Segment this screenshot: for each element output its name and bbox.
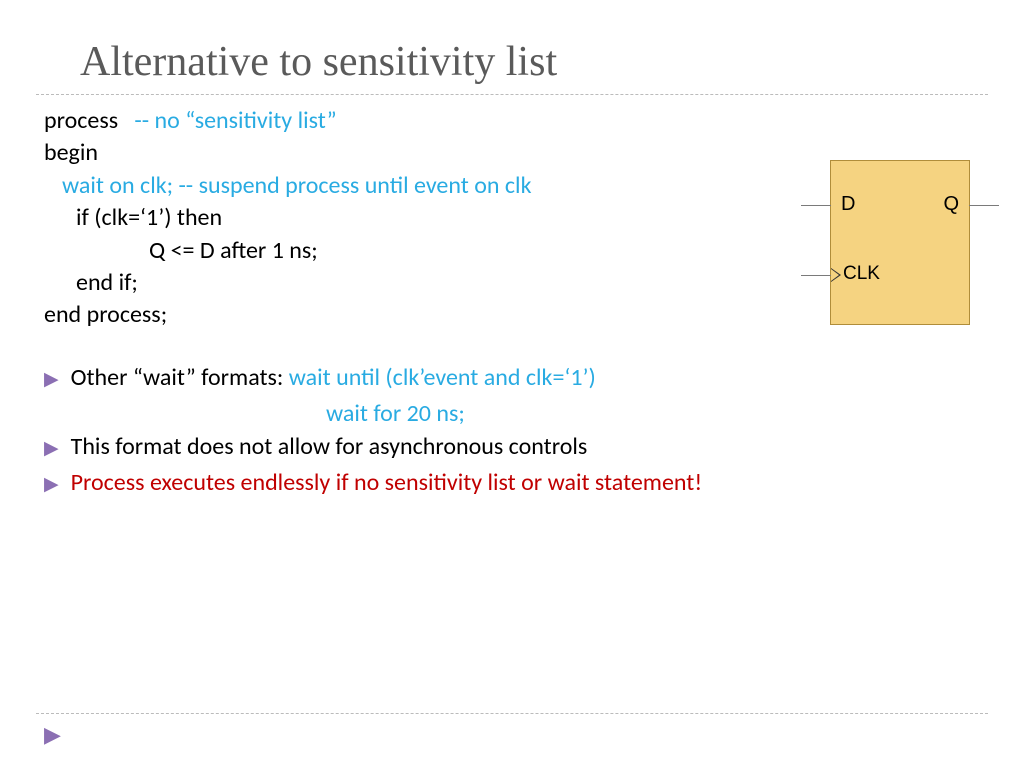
bullet-item-3: ▶ Process executes endlessly if no sensi… bbox=[44, 467, 980, 499]
bullet-item-1: ▶ Other “wait” formats: wait until (clk’… bbox=[44, 362, 980, 394]
footer-triangle-icon: ▶ bbox=[44, 721, 61, 748]
bullet-item-2: ▶ This format does not allow for asynchr… bbox=[44, 431, 980, 463]
code-comment-1: -- no “sensitivity list” bbox=[134, 106, 336, 135]
bullet-icon: ▶ bbox=[44, 431, 71, 462]
slide-title: Alternative to sensitivity list bbox=[36, 0, 988, 95]
wire-q bbox=[969, 205, 999, 206]
footer-divider bbox=[36, 713, 988, 714]
code-keyword-process: process bbox=[44, 106, 134, 135]
bullet-2-text: This format does not allow for asynchron… bbox=[71, 431, 980, 463]
bullet-3-text: Process executes endlessly if no sensiti… bbox=[71, 467, 980, 499]
bullet-icon: ▶ bbox=[44, 467, 71, 498]
label-d: D bbox=[841, 193, 855, 216]
bullet-1-code1: wait until (clk’event and clk=‘1’) bbox=[289, 363, 596, 392]
flipflop-box: D Q CLK bbox=[830, 160, 970, 325]
wire-clk bbox=[801, 275, 831, 276]
label-q: Q bbox=[943, 193, 959, 216]
clock-triangle-inner bbox=[831, 269, 839, 281]
bullet-1-code2: wait for 20 ns; bbox=[44, 398, 980, 430]
bullet-list: ▶ Other “wait” formats: wait until (clk’… bbox=[44, 362, 980, 500]
bullet-icon: ▶ bbox=[44, 362, 71, 393]
label-clk: CLK bbox=[843, 263, 880, 285]
wire-d bbox=[801, 205, 831, 206]
flipflop-diagram: D Q CLK bbox=[830, 160, 970, 325]
code-line-1: process -- no “sensitivity list” bbox=[44, 105, 980, 137]
bullet-1-label: Other “wait” formats: bbox=[71, 363, 289, 392]
